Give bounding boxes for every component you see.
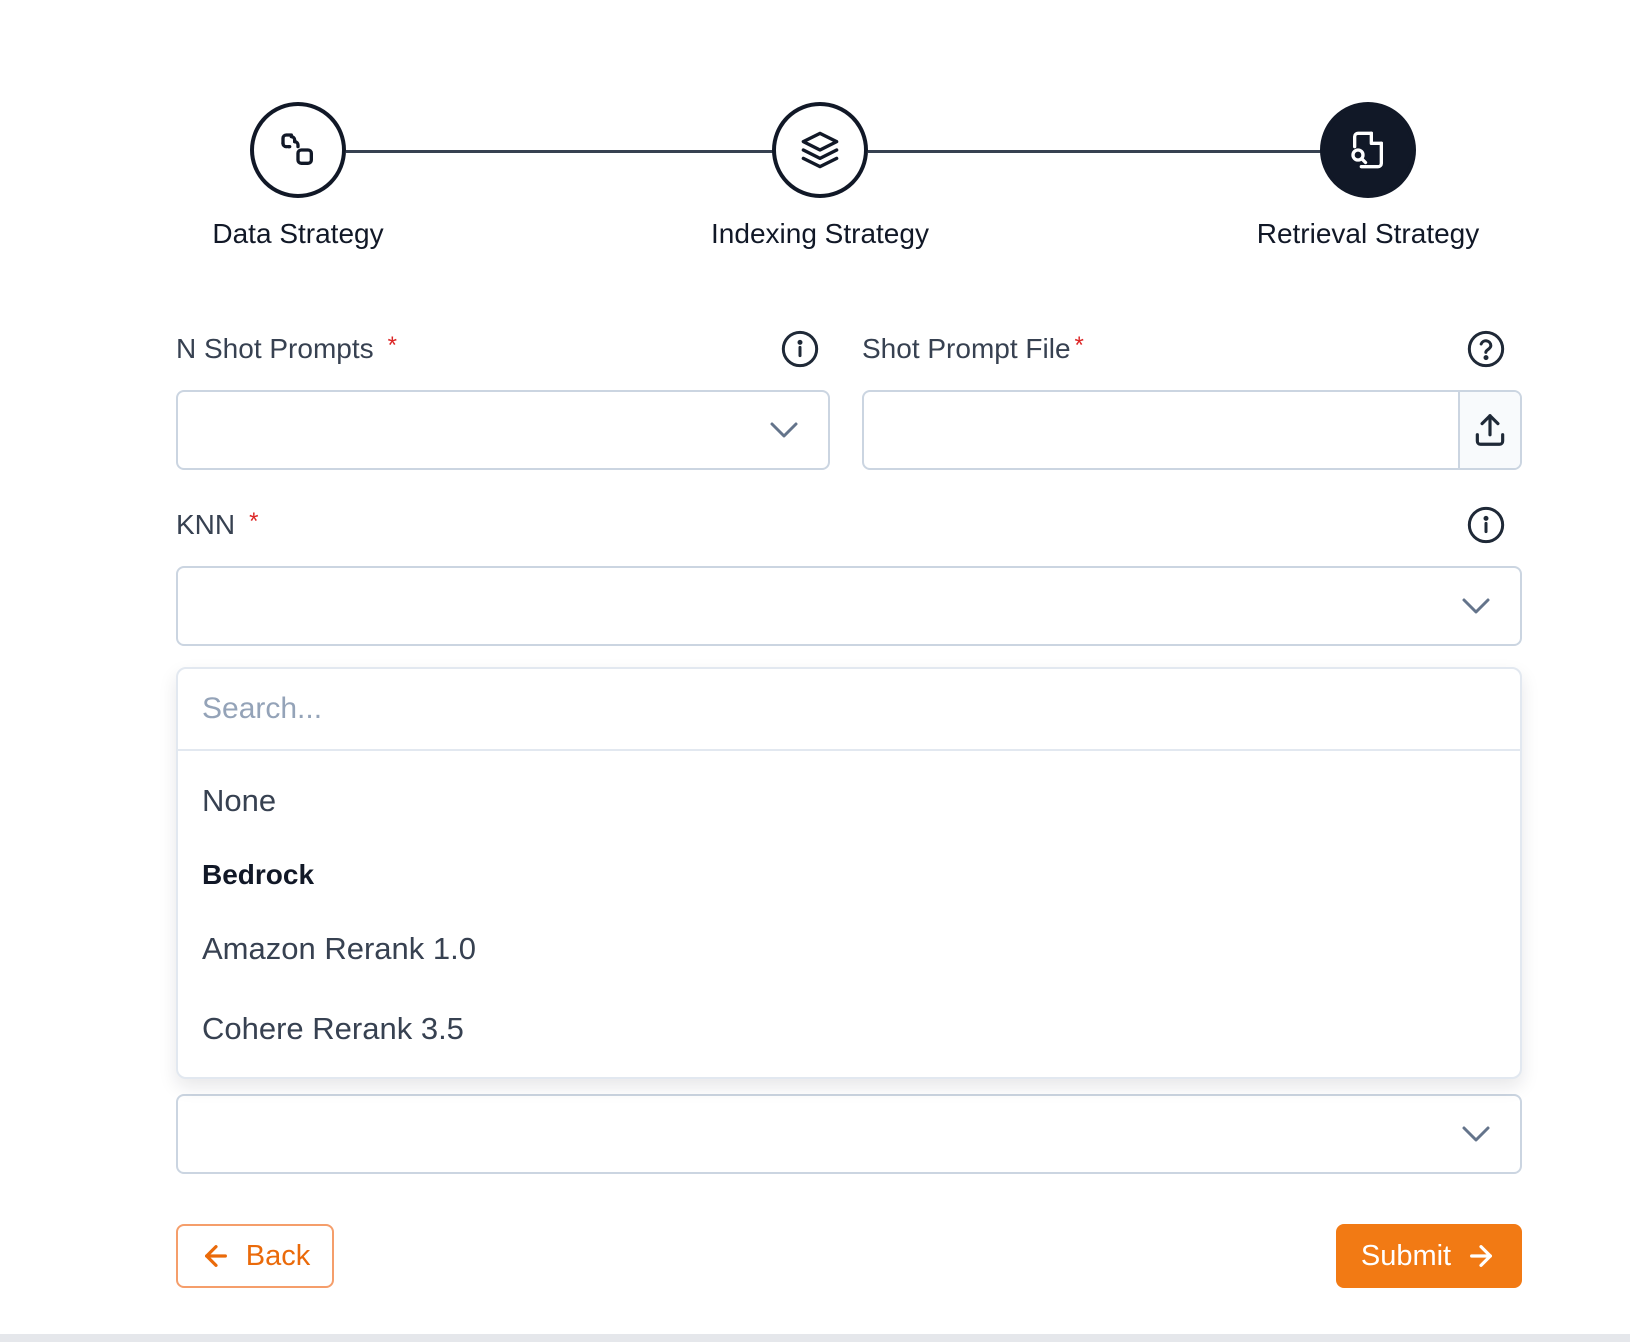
step-data-strategy[interactable] xyxy=(250,102,346,198)
back-button-label: Back xyxy=(245,1239,311,1272)
info-icon[interactable] xyxy=(1466,505,1506,545)
arrow-left-icon xyxy=(204,1245,227,1267)
dropdown-option-none[interactable]: None xyxy=(202,783,276,819)
n-shot-prompts-select[interactable] xyxy=(176,390,830,470)
required-marker: * xyxy=(1074,332,1084,359)
knn-label: KNN * xyxy=(176,508,259,541)
upload-icon xyxy=(1475,414,1505,446)
shot-prompt-file-label: Shot Prompt File * xyxy=(862,332,1084,365)
back-button[interactable]: Back xyxy=(176,1224,334,1288)
layers-icon xyxy=(801,131,839,169)
submit-button[interactable]: Submit xyxy=(1336,1224,1522,1288)
step-label-indexing-strategy: Indexing Strategy xyxy=(711,218,929,249)
dropdown-group-bedrock: Bedrock xyxy=(202,859,315,890)
step-connector xyxy=(868,150,1324,153)
help-icon[interactable] xyxy=(1466,329,1506,369)
step-label-data-strategy: Data Strategy xyxy=(212,218,384,249)
reranker-select[interactable] xyxy=(176,1094,1522,1174)
required-marker: * xyxy=(387,332,397,359)
submit-button-label: Submit xyxy=(1360,1239,1452,1272)
n-shot-prompts-label: N Shot Prompts * xyxy=(176,332,397,365)
shot-prompt-file-label-text: Shot Prompt File xyxy=(862,333,1071,364)
dropdown-search xyxy=(178,669,1520,751)
shot-prompt-file-field xyxy=(862,390,1522,470)
reranker-dropdown: None Bedrock Amazon Rerank 1.0 Cohere Re… xyxy=(176,667,1522,1079)
dropdown-search-input[interactable] xyxy=(202,692,1520,726)
step-retrieval-strategy[interactable] xyxy=(1320,102,1416,198)
required-marker: * xyxy=(249,508,259,535)
shapes-icon xyxy=(281,133,313,165)
dropdown-option-amazon-rerank[interactable]: Amazon Rerank 1.0 xyxy=(202,931,476,967)
knn-select[interactable] xyxy=(176,566,1522,646)
chevron-down-icon xyxy=(770,422,798,438)
step-indexing-strategy[interactable] xyxy=(772,102,868,198)
dropdown-option-cohere-rerank[interactable]: Cohere Rerank 3.5 xyxy=(202,1011,464,1047)
step-label-retrieval-strategy: Retrieval Strategy xyxy=(1256,218,1480,249)
upload-button[interactable] xyxy=(1458,392,1520,468)
file-search-icon xyxy=(1351,131,1383,169)
chevron-down-icon xyxy=(1462,1126,1490,1142)
stepper: Data Strategy Indexing Strategy Retrieva… xyxy=(0,0,1630,280)
arrow-right-icon xyxy=(1470,1245,1493,1267)
knn-label-text: KNN xyxy=(176,509,236,540)
info-icon[interactable] xyxy=(780,329,820,369)
bottom-divider xyxy=(0,1334,1630,1342)
step-connector xyxy=(346,150,776,153)
page: Data Strategy Indexing Strategy Retrieva… xyxy=(0,0,1630,1342)
shot-prompt-file-input[interactable] xyxy=(864,392,1458,468)
n-shot-prompts-label-text: N Shot Prompts xyxy=(176,333,374,364)
chevron-down-icon xyxy=(1462,598,1490,614)
